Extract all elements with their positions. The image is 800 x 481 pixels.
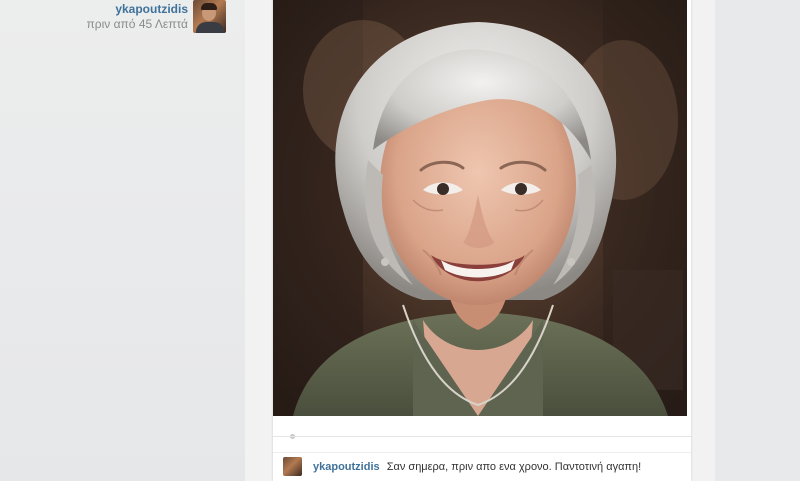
post-author-meta: ykapoutzidis πριν από 45 Λεπτά bbox=[60, 2, 188, 32]
avatar-hair-shape bbox=[201, 3, 217, 10]
left-gutter bbox=[0, 0, 245, 481]
avatar-shirt-shape bbox=[196, 22, 224, 33]
portrait-illustration bbox=[273, 0, 687, 416]
caption-body: Σαν σημερα, πριν απο ενα χρονο. Παντοτιν… bbox=[386, 461, 642, 473]
commenter-avatar[interactable] bbox=[283, 457, 302, 476]
caption-row: ykapoutzidis Σαν σημερα, πριν απο ενα χρ… bbox=[273, 452, 691, 481]
right-gutter bbox=[715, 0, 800, 481]
author-name-link[interactable]: ykapoutzidis bbox=[60, 2, 188, 16]
card-divider bbox=[273, 436, 691, 437]
post-card: ykapoutzidis Σαν σημερα, πριν απο ενα χρ… bbox=[273, 0, 691, 481]
caption: ykapoutzidis Σαν σημερα, πριν απο ενα χρ… bbox=[313, 461, 641, 473]
post-photo[interactable] bbox=[273, 0, 687, 416]
caption-user-link[interactable]: ykapoutzidis bbox=[313, 461, 380, 473]
author-avatar[interactable] bbox=[193, 0, 226, 33]
post-time: πριν από 45 Λεπτά bbox=[86, 17, 188, 31]
